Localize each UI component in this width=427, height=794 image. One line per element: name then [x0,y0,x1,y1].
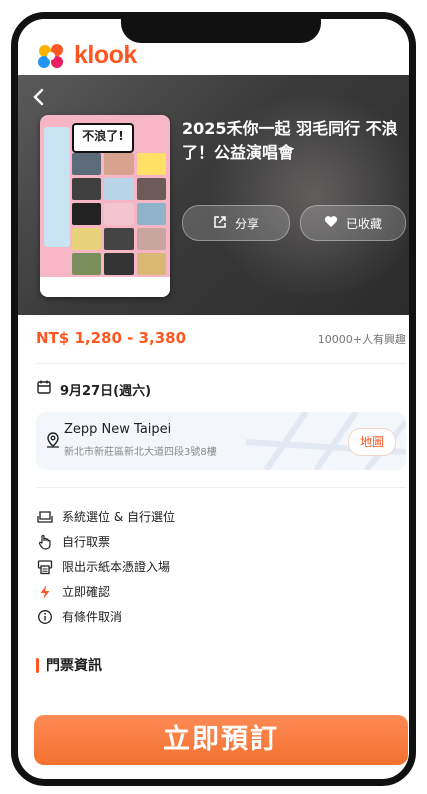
event-date: 9月27日(週六) [60,383,152,399]
printer-icon [36,558,54,576]
map-button[interactable]: 地圖 [348,428,396,456]
event-poster[interactable]: 不浪了! [40,115,170,297]
lightning-icon [36,583,54,601]
price-range: NT$ 1,280 - 3,380 [36,329,187,347]
divider [36,363,406,364]
event-title: 2025禾你一起 羽毛同行 不浪了！公益演唱會 [182,119,398,162]
klook-logo-icon [36,43,68,69]
event-date-row: 9月27日(週六) [36,379,151,399]
venue-card[interactable]: Zepp New Taipei 新北市新莊區新北大道四段3號8樓 地圖 [36,412,406,470]
phone-notch [121,19,321,43]
share-button[interactable]: 分享 [182,205,290,241]
poster-title: 不浪了! [72,123,134,153]
calendar-icon [36,379,60,399]
interest-count: 10000+人有興趣 [317,333,406,346]
saved-button[interactable]: 已收藏 [300,205,406,241]
hero-banner: 不浪了! 2025禾你一起 羽毛同行 不浪了！公益演唱會 分享 已收藏 [18,75,409,315]
feature-item: 自行取票 [36,529,406,554]
share-icon [213,215,235,232]
location-pin-icon [46,432,60,452]
klook-logo[interactable]: klook [36,41,137,70]
ticket-info-heading: 門票資訊 [36,655,102,675]
venue-address: 新北市新莊區新北大道四段3號8樓 [64,447,217,458]
divider [36,487,406,488]
book-now-button[interactable]: 立即預訂 [34,715,408,765]
brand-name: klook [74,41,137,69]
price-row: NT$ 1,280 - 3,380 10000+人有興趣 [36,329,406,353]
feature-item: 有條件取消 [36,604,406,629]
feature-item: 立即確認 [36,579,406,604]
feature-item: 限出示紙本憑證入場 [36,554,406,579]
heart-icon [324,215,346,231]
feature-list: 系統選位 & 自行選位 自行取票 限出示紙本憑證入場 立即確認 有條件取消 [36,504,406,629]
seat-icon [36,508,54,526]
venue-name: Zepp New Taipei [64,422,172,437]
phone-frame: klook 不浪了! 2025禾你一起 羽毛同行 不浪了！公益演唱會 分享 已收… [11,12,416,786]
hand-icon [36,533,54,551]
feature-item: 系統選位 & 自行選位 [36,504,406,529]
back-icon[interactable] [32,87,46,112]
info-icon [36,608,54,626]
saved-label: 已收藏 [345,216,382,231]
share-label: 分享 [234,216,259,231]
